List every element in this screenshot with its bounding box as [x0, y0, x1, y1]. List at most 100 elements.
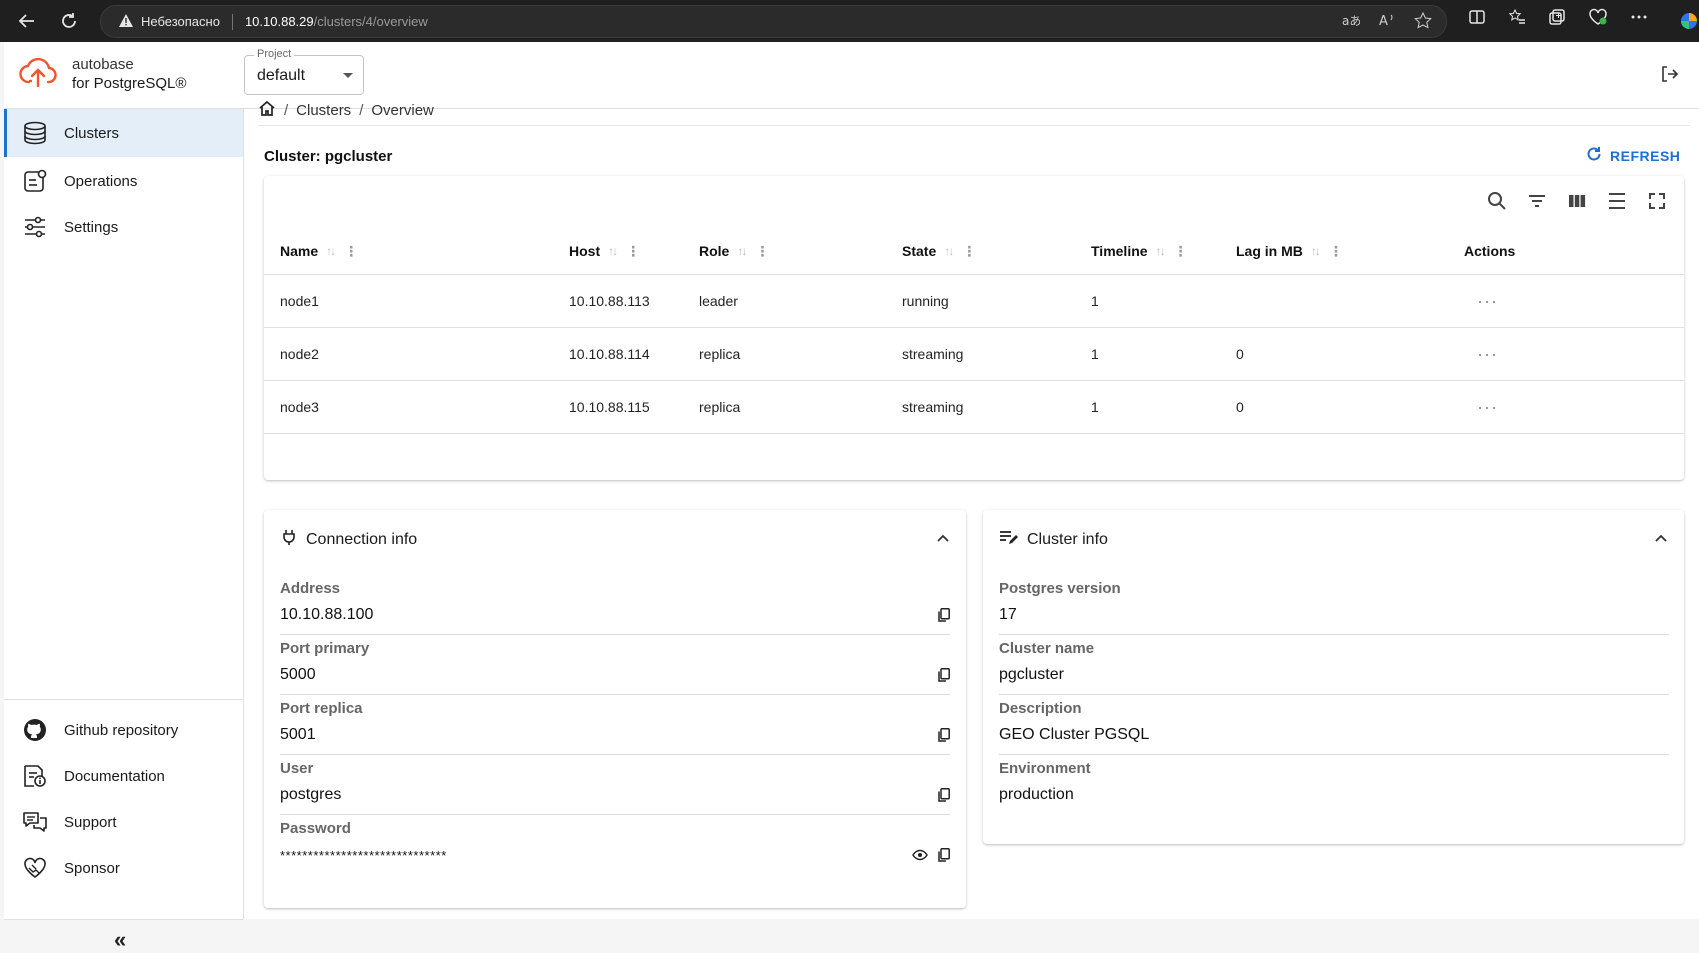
- read-aloud-icon[interactable]: A: [1378, 12, 1396, 33]
- field-value: pgcluster: [999, 666, 1064, 683]
- cluster-info-header[interactable]: Cluster info: [999, 528, 1108, 551]
- copy-icon[interactable]: [938, 728, 950, 747]
- breadcrumb: / Clusters / Overview: [258, 100, 434, 120]
- table-row[interactable]: node3 10.10.88.115 replica streaming 1 0…: [264, 381, 1684, 434]
- sort-icon[interactable]: ↑↓: [608, 244, 618, 258]
- field-label: Description: [999, 700, 1082, 717]
- sort-icon[interactable]: ↑↓: [1156, 244, 1166, 258]
- plug-icon: [280, 528, 298, 551]
- column-header-host[interactable]: Host ↑↓ ⋮: [569, 228, 640, 274]
- back-icon[interactable]: [14, 8, 40, 34]
- column-header-label: Timeline: [1091, 243, 1148, 259]
- support-icon: [22, 810, 48, 834]
- copilot-icon[interactable]: [1676, 8, 1699, 34]
- table-row[interactable]: node1 10.10.88.113 leader running 1 ···: [264, 275, 1684, 328]
- sort-icon[interactable]: ↑↓: [1311, 244, 1321, 258]
- column-menu-icon[interactable]: ⋮: [755, 244, 769, 258]
- column-menu-icon[interactable]: ⋮: [626, 244, 640, 258]
- field-value: postgres: [280, 786, 342, 803]
- refresh-button[interactable]: REFRESH: [1586, 146, 1680, 165]
- column-menu-icon[interactable]: ⋮: [962, 244, 976, 258]
- fullscreen-icon[interactable]: [1646, 190, 1668, 212]
- reload-icon[interactable]: [56, 8, 82, 34]
- sidebar-item-label: Clusters: [64, 124, 120, 142]
- more-menu-icon[interactable]: [1630, 8, 1648, 31]
- connection-info-header[interactable]: Connection info: [280, 528, 417, 551]
- favorites-list-icon[interactable]: [1508, 8, 1526, 31]
- column-menu-icon[interactable]: ⋮: [344, 244, 358, 258]
- row-actions-icon[interactable]: ···: [1477, 381, 1498, 433]
- sidebar-item-settings[interactable]: Settings: [4, 203, 243, 251]
- table-row[interactable]: node2 10.10.88.114 replica streaming 1 0…: [264, 328, 1684, 381]
- cell-timeline: 1: [1091, 399, 1099, 415]
- sidebar-item-sponsor[interactable]: Sponsor: [4, 844, 243, 892]
- breadcrumb-clusters[interactable]: Clusters: [296, 102, 351, 119]
- field-port-replica: Port replica 5001: [280, 700, 950, 764]
- chevron-up-icon[interactable]: [936, 530, 950, 548]
- github-icon: [22, 718, 48, 742]
- logout-icon[interactable]: [1659, 64, 1679, 89]
- copy-icon[interactable]: [938, 788, 950, 807]
- collapse-sidebar-icon[interactable]: «: [114, 927, 126, 953]
- project-select-label: Project: [254, 48, 295, 60]
- column-header-label: Lag in MB: [1236, 243, 1303, 259]
- sidebar-item-label: Documentation: [64, 767, 165, 785]
- density-icon[interactable]: [1606, 190, 1628, 212]
- field-underline: [280, 634, 950, 635]
- eye-icon[interactable]: [912, 848, 928, 866]
- copy-icon[interactable]: [938, 668, 950, 687]
- column-header-label: Host: [569, 243, 601, 259]
- sidebar-item-operations[interactable]: Operations: [4, 157, 243, 205]
- sidebar-item-github[interactable]: Github repository: [4, 706, 243, 754]
- favorite-star-icon[interactable]: [1414, 11, 1432, 33]
- column-header-name[interactable]: Name ↑↓ ⋮: [280, 228, 358, 274]
- sidebar-item-support[interactable]: Support: [4, 798, 243, 846]
- brand-name: autobase: [72, 56, 134, 73]
- connection-info-card: Connection info Address 10.10.88.100 Por…: [264, 510, 966, 908]
- translate-icon[interactable]: aあ: [1342, 12, 1361, 33]
- cell-name: node3: [280, 399, 319, 415]
- sidebar-item-clusters[interactable]: Clusters: [4, 109, 243, 157]
- project-select[interactable]: Project default: [244, 48, 364, 95]
- autobase-logo-icon[interactable]: [18, 54, 58, 95]
- filter-icon[interactable]: [1526, 190, 1548, 212]
- table-header-row: Name ↑↓ ⋮ Host ↑↓ ⋮ Role ↑↓ ⋮ State ↑↓ ⋮ Timelin…: [264, 228, 1684, 275]
- browser-essentials-icon[interactable]: [1588, 8, 1608, 31]
- column-header-state[interactable]: State ↑↓ ⋮: [902, 228, 976, 274]
- sidebar-item-documentation[interactable]: Documentation: [4, 752, 243, 800]
- field-cluster-name: Cluster name pgcluster: [999, 640, 1669, 704]
- split-screen-icon[interactable]: [1468, 8, 1486, 31]
- breadcrumb-overview: Overview: [371, 101, 434, 119]
- column-header-timeline[interactable]: Timeline ↑↓ ⋮: [1091, 228, 1188, 274]
- cluster-info-title: Cluster info: [1027, 530, 1108, 548]
- sort-icon[interactable]: ↑↓: [737, 244, 747, 258]
- breadcrumb-separator: /: [284, 101, 289, 119]
- columns-icon[interactable]: [1566, 190, 1588, 212]
- column-header-role[interactable]: Role ↑↓ ⋮: [699, 228, 769, 274]
- row-actions-icon[interactable]: ···: [1477, 328, 1498, 380]
- refresh-icon: [1586, 146, 1602, 165]
- search-icon[interactable]: [1486, 190, 1508, 212]
- sort-icon[interactable]: ↑↓: [944, 244, 954, 258]
- collections-icon[interactable]: [1548, 8, 1566, 31]
- home-icon[interactable]: [258, 100, 276, 120]
- column-header-lag[interactable]: Lag in MB ↑↓ ⋮: [1236, 228, 1343, 274]
- sidebar-divider: [4, 919, 243, 920]
- field-label: Password: [280, 820, 351, 837]
- copy-icon[interactable]: [938, 608, 950, 627]
- sidebar-item-label: Operations: [64, 172, 138, 190]
- chevron-up-icon[interactable]: [1654, 530, 1668, 548]
- field-port-primary: Port primary 5000: [280, 640, 950, 704]
- copy-icon[interactable]: [938, 848, 950, 867]
- field-underline: [280, 694, 950, 695]
- column-menu-icon[interactable]: ⋮: [1329, 244, 1343, 258]
- column-menu-icon[interactable]: ⋮: [1174, 244, 1188, 258]
- sidebar-item-label: Sponsor: [64, 859, 120, 877]
- field-value: production: [999, 786, 1074, 803]
- cell-lag: 0: [1236, 346, 1244, 362]
- address-bar[interactable]: Небезопасно 10.10.88.29/clusters/4/overv…: [100, 5, 1447, 38]
- row-actions-icon[interactable]: ···: [1477, 275, 1498, 327]
- url-host: 10.10.88.29: [244, 14, 314, 29]
- sort-icon[interactable]: ↑↓: [326, 244, 336, 258]
- nodes-table: Name ↑↓ ⋮ Host ↑↓ ⋮ Role ↑↓ ⋮ State ↑↓ ⋮ Timelin…: [264, 228, 1684, 434]
